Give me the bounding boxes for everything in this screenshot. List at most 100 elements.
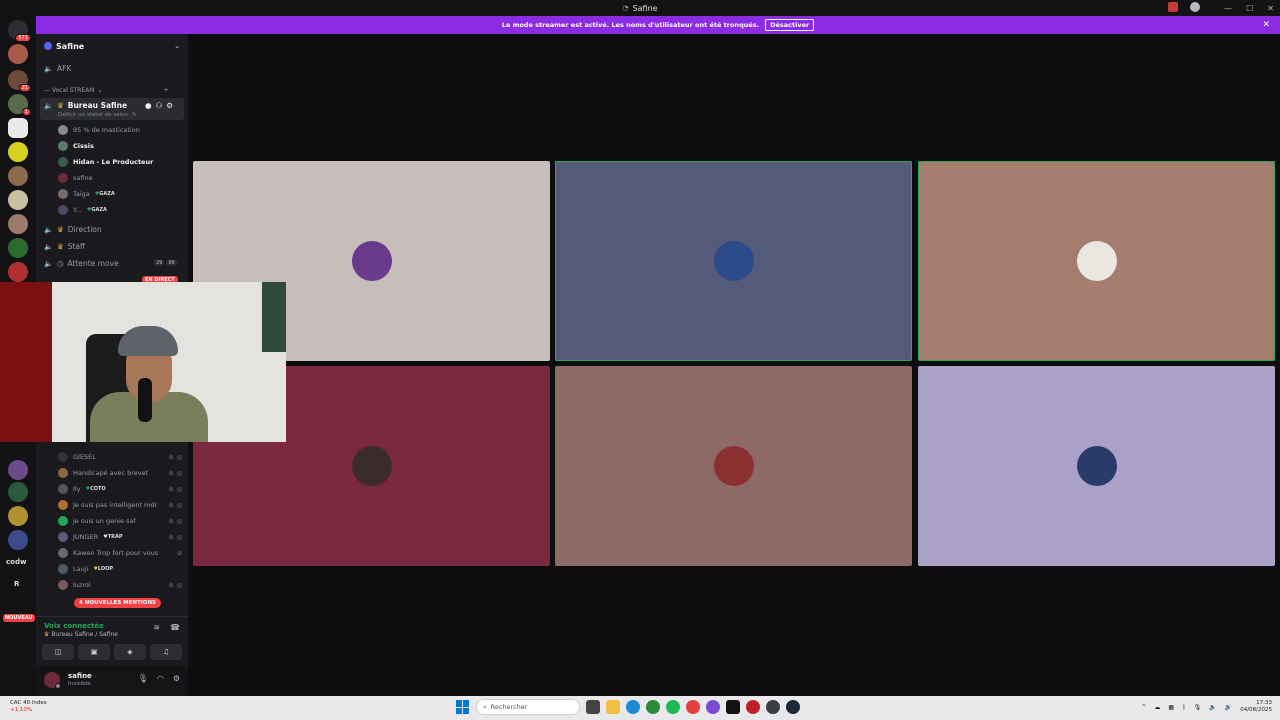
server-icon[interactable] <box>8 190 28 210</box>
voice-user[interactable]: Ily ♥COTO ⊘ ◎ <box>58 484 182 494</box>
voice-user[interactable]: safine <box>58 173 182 183</box>
server-icon[interactable] <box>8 118 28 138</box>
user-panel-name[interactable]: safine <box>68 672 92 680</box>
server-icon[interactable]: 1 <box>8 94 31 116</box>
avatar <box>713 446 754 486</box>
clock[interactable]: 17:33 04/08/2025 <box>1240 700 1272 714</box>
close-window-icon[interactable]: ✕ <box>1267 4 1274 13</box>
user-tag: ♥COTO <box>86 486 106 492</box>
server-icon[interactable] <box>8 142 28 162</box>
voice-user[interactable]: 95 % de mastication <box>58 125 182 135</box>
voice-user[interactable]: Je suis pas intelligent mdr ⊘ ◎ <box>58 500 182 510</box>
speaker-icon[interactable]: 🔈 <box>1209 704 1216 711</box>
new-mentions-badge[interactable]: 4 NOUVELLES MENTIONS <box>74 598 162 608</box>
channel-staff[interactable]: 🔈 ♛ Staff <box>44 242 85 251</box>
server-icon[interactable] <box>8 506 28 526</box>
server-icon[interactable] <box>8 238 28 258</box>
file-explorer-icon[interactable] <box>606 700 620 714</box>
server-icon[interactable] <box>8 530 28 550</box>
screen-share-button[interactable]: ▣ <box>78 644 110 660</box>
gear-icon[interactable]: ⚙ <box>166 101 173 110</box>
server-icon[interactable] <box>8 44 28 64</box>
guild-header[interactable]: Safine ⌄ <box>36 34 188 58</box>
channel-afk[interactable]: 🔈 AFK <box>44 64 71 73</box>
gear-icon[interactable]: ⚙ <box>173 674 180 683</box>
capcut-icon[interactable] <box>726 700 740 714</box>
category-vocal-stream[interactable]: — Vocal STREAM ⌄ + <box>44 87 169 94</box>
server-text-r[interactable]: R <box>14 580 19 588</box>
minimize-icon[interactable]: — <box>1224 4 1232 13</box>
chrome-icon[interactable] <box>686 700 700 714</box>
server-icon[interactable] <box>8 214 28 234</box>
disable-streamer-button[interactable]: Désactiver <box>765 19 815 31</box>
voice-user[interactable]: luzrol ⊘ ◎ <box>58 580 182 590</box>
video-tile[interactable] <box>918 366 1275 566</box>
obs-icon[interactable] <box>746 700 760 714</box>
video-tile[interactable] <box>918 161 1275 361</box>
task-view-icon[interactable] <box>586 700 600 714</box>
add-channel-icon[interactable]: + <box>164 87 169 94</box>
spotify-icon[interactable] <box>666 700 680 714</box>
voice-user[interactable]: Kawen Trop fort pour vous ⊘ <box>58 548 182 558</box>
voice-channel-path[interactable]: ♛ Bureau Safine / Safine <box>44 631 118 638</box>
disconnect-icon[interactable]: ☎ <box>170 623 180 632</box>
server-text-codw[interactable]: codw <box>6 558 26 566</box>
maximize-icon[interactable]: ☐ <box>1246 4 1253 13</box>
video-tile[interactable] <box>555 161 912 361</box>
home-server-icon[interactable]: 571 <box>8 20 31 42</box>
chat-icon[interactable]: ● <box>145 101 152 110</box>
chevron-up-icon[interactable]: ^ <box>1141 704 1146 711</box>
voice-user[interactable]: Cissis <box>58 141 182 151</box>
voice-user[interactable]: JUNGER ♥TRAP ⊘ ◎ <box>58 532 182 542</box>
edge-icon[interactable] <box>626 700 640 714</box>
voice-user[interactable]: Handicapé avec brevet ⊘ ◎ <box>58 468 182 478</box>
noise-suppression-icon[interactable]: ≋ <box>153 623 160 632</box>
muted-icon: ⊘ <box>168 517 174 525</box>
channel-attente-move[interactable]: 🔈 ◷ Attente move <box>44 259 119 268</box>
microphone-icon[interactable]: 🎙 <box>138 674 148 683</box>
deafened-icon: ◎ <box>176 517 182 525</box>
server-icon[interactable] <box>8 262 28 282</box>
bluetooth-icon[interactable]: ᛒ <box>1182 704 1186 711</box>
inbox-icon[interactable] <box>1168 2 1178 12</box>
onedrive-icon[interactable]: ☁ <box>1154 704 1160 711</box>
taskbar-search[interactable]: ⌕ Rechercher <box>476 699 580 715</box>
voice-connected-title[interactable]: Voix connectée <box>44 622 104 630</box>
help-icon[interactable] <box>1190 2 1200 12</box>
opera-icon[interactable] <box>706 700 720 714</box>
volume-icon[interactable]: 🔊 <box>1225 704 1232 711</box>
voice-user[interactable]: GIESEL ⊘ ◎ <box>58 452 182 462</box>
server-icon[interactable]: 21 <box>8 70 31 92</box>
steam-icon[interactable] <box>786 700 800 714</box>
server-icon[interactable] <box>8 460 28 480</box>
discord-icon[interactable] <box>766 700 780 714</box>
add-member-icon[interactable]: ⚇ <box>156 101 163 110</box>
voice-user[interactable]: Lauji ♥LOOP <box>58 564 182 574</box>
camera-button[interactable]: ◫ <box>42 644 74 660</box>
avatar <box>58 516 68 526</box>
voice-connected-panel: Voix connectée ♛ Bureau Safine / Safine … <box>36 616 188 666</box>
windows-start-icon[interactable] <box>456 700 470 714</box>
voice-user[interactable]: Taiga ♥GAZA <box>58 189 182 199</box>
headphones-icon[interactable]: ◠ <box>157 674 164 683</box>
microphone-icon[interactable]: 🎙 <box>1194 704 1202 711</box>
server-icon[interactable] <box>8 166 28 186</box>
channel-bureau-safine[interactable]: 🔈 ♛ Bureau Safine ● ⚇ ⚙ <box>44 101 173 110</box>
new-badge[interactable]: NOUVEAU <box>3 614 35 622</box>
xbox-icon[interactable] <box>646 700 660 714</box>
server-icon[interactable] <box>8 482 28 502</box>
taskbar: CAC 40 index +1,10% ⌕ Rechercher ^ ☁ ▦ ᛒ… <box>0 696 1280 720</box>
tag-text: LOOP <box>97 566 114 572</box>
speaker-icon: 🔈 <box>44 225 53 234</box>
voice-user[interactable]: je suis un genie saf ⊘ ◎ <box>58 516 182 526</box>
channel-status[interactable]: Définir un statut de salon ✎ <box>58 112 137 118</box>
video-tile[interactable] <box>555 366 912 566</box>
activities-button[interactable]: ◈ <box>114 644 146 660</box>
channel-direction[interactable]: 🔈 ♛ Direction <box>44 225 101 234</box>
voice-user[interactable]: Y... ♥GAZA <box>58 205 182 215</box>
close-banner-icon[interactable]: ✕ <box>1262 20 1270 30</box>
voice-user[interactable]: Hidan - Le Producteur <box>58 157 182 167</box>
soundboard-button[interactable]: ♫ <box>150 644 182 660</box>
network-icon[interactable]: ▦ <box>1168 704 1174 711</box>
stock-widget[interactable]: CAC 40 index +1,10% <box>10 700 47 714</box>
